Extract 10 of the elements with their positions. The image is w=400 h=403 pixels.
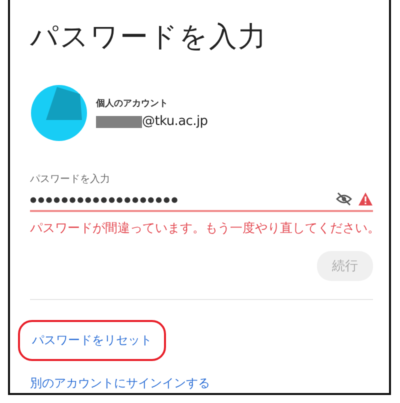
text-link[interactable]: パスワードをリセット: [18, 320, 166, 361]
avatar-icon: [30, 84, 88, 142]
error-message: パスワードが間違っています。もう一度やり直してください。: [30, 220, 373, 237]
account-email: @tku.ac.jp: [142, 114, 208, 129]
warning-icon: [358, 192, 373, 206]
field-label: パスワードを入力: [30, 172, 111, 186]
eye-slash-icon[interactable]: [336, 192, 352, 206]
text-link[interactable]: 別のアカウントにサインインする: [30, 375, 210, 392]
page-title: パスワードを入力: [30, 19, 268, 55]
account-type-label: 個人のアカウント: [96, 98, 169, 110]
